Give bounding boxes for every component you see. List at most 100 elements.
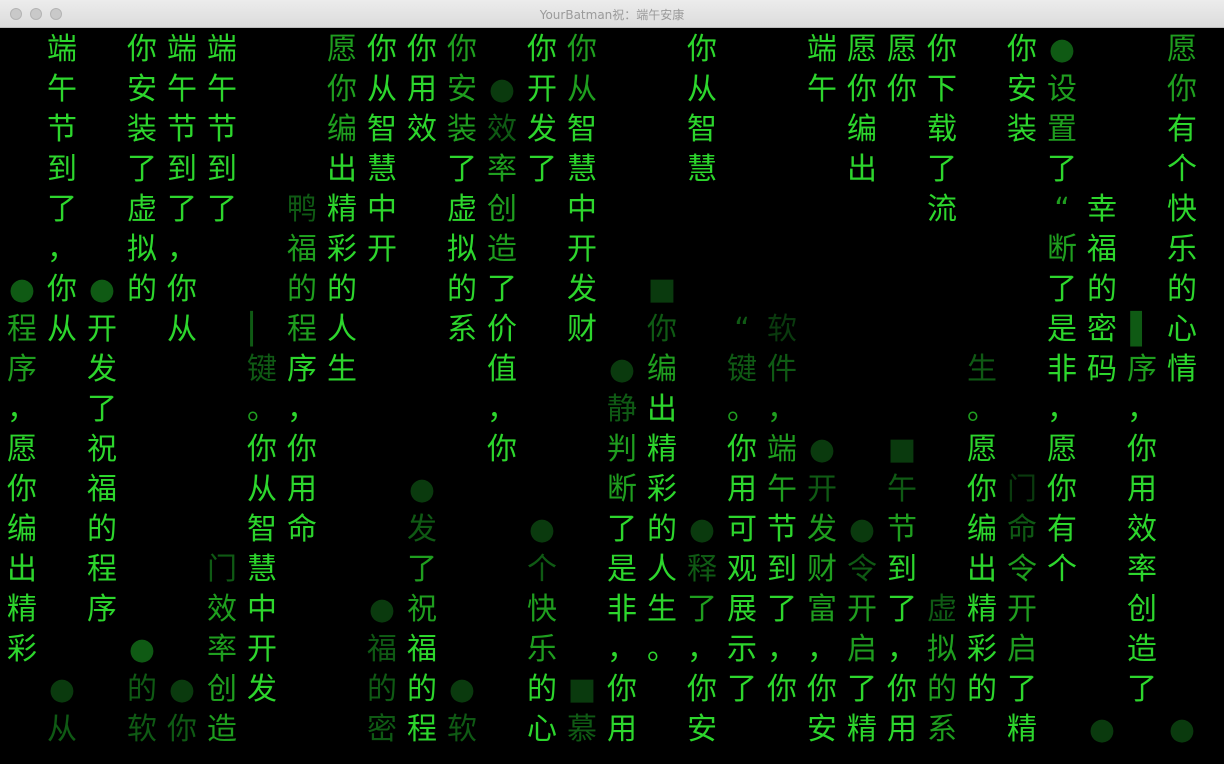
rain-glyph: 了 [127,152,157,187]
rain-glyph: 令 [1007,552,1037,587]
rain-glyph: ● [608,352,636,387]
rain-glyph: 的 [367,672,397,707]
rain-glyph: 了 [447,152,477,187]
rain-glyph: 装 [1007,112,1037,147]
rain-glyph: 智 [687,112,717,147]
rain-column: 你开发了 ● 个快乐的心 [522,28,562,764]
rain-glyph: 你 [487,432,517,467]
rain-glyph: 了 [687,592,717,627]
rain-glyph: 密 [367,712,397,747]
rain-glyph: “ [734,312,750,347]
rain-glyph: 安 [1007,72,1037,107]
rain-glyph: ， [767,632,797,667]
rain-glyph: 彩 [647,472,677,507]
rain-glyph: 静 [607,392,637,427]
rain-glyph: ▌ [1130,312,1154,347]
rain-glyph: 了 [727,672,757,707]
rain-glyph: 了 [1047,152,1077,187]
rain-glyph: 安 [447,72,477,107]
rain-glyph: 你 [447,32,477,67]
rain-glyph: 用 [607,712,637,747]
rain-glyph: 率 [487,152,517,187]
rain-glyph: 彩 [7,632,37,667]
rain-glyph: 到 [47,152,77,187]
rain-glyph: 午 [887,472,917,507]
rain-glyph: 你 [47,272,77,307]
rain-glyph: 虚 [927,592,957,627]
rain-glyph: 启 [1007,632,1037,667]
rain-glyph: 。 [727,392,757,427]
rain-glyph: 节 [767,512,797,547]
rain-glyph: 创 [487,192,517,227]
rain-glyph: 价 [487,312,517,347]
rain-glyph: 装 [127,112,157,147]
rain-glyph: 效 [487,112,517,147]
rain-glyph: 了 [847,672,877,707]
rain-glyph: 发 [247,672,277,707]
rain-glyph: 你 [567,32,597,67]
rain-glyph: 。 [247,392,277,427]
rain-glyph: 发 [807,512,837,547]
rain-glyph: 安 [807,712,837,747]
rain-glyph: 安 [127,72,157,107]
rain-glyph: ● [448,672,476,707]
app-window: YourBatman祝：端午安康 ● 程序，愿你编出精彩端午节到了，你从 ● 从 ● 开发… [0,0,1224,764]
rain-glyph: 示 [727,632,757,667]
rain-glyph: ■ [567,672,597,707]
rain-glyph: 人 [327,312,357,347]
rain-glyph: 福 [367,632,397,667]
rain-glyph: 慧 [567,152,597,187]
rain-glyph: 了 [607,512,637,547]
rain-glyph: “ [1054,192,1070,227]
rain-glyph: 你 [687,32,717,67]
rain-glyph: ， [887,632,917,667]
rain-glyph: 的 [1167,272,1197,307]
rain-glyph: ● [688,512,716,547]
rain-glyph: 你 [767,672,797,707]
rain-glyph: 精 [1007,712,1037,747]
rain-glyph: 出 [327,152,357,187]
rain-glyph: 慕 [567,712,597,747]
rain-glyph: 的 [327,272,357,307]
rain-column: 愿你编出 ● 令开启了精 [842,28,882,764]
rain-glyph: 开 [1007,592,1037,627]
rain-glyph: 开 [87,312,117,347]
rain-column: 你安装了虚拟的系 ● 软 [442,28,482,764]
rain-glyph: 的 [407,672,437,707]
rain-glyph: 慧 [687,152,717,187]
rain-glyph: 了 [927,152,957,187]
rain-glyph: 展 [727,592,757,627]
rain-glyph: 非 [1047,352,1077,387]
rain-glyph: 心 [1167,312,1197,347]
rain-glyph: 幸 [1087,192,1117,227]
rain-glyph: 愿 [327,32,357,67]
rain-glyph: 的 [1087,272,1117,307]
rain-glyph: 编 [647,352,677,387]
rain-glyph: ● [88,272,116,307]
rain-glyph: ， [607,632,637,667]
rain-glyph: 开 [247,632,277,667]
rain-glyph: 你 [607,672,637,707]
rain-glyph: 码 [1087,352,1117,387]
rain-column: “ 键。你用可观展示了 [722,28,762,764]
rain-glyph: 编 [847,112,877,147]
rain-glyph: ● [1168,712,1196,747]
rain-glyph: 乐 [527,632,557,667]
rain-glyph: 出 [647,392,677,427]
rain-glyph: 了 [47,192,77,227]
rain-glyph: 出 [847,152,877,187]
rain-glyph: 了 [767,592,797,627]
rain-glyph: 令 [847,552,877,587]
rain-glyph: 祝 [407,592,437,627]
rain-glyph: 系 [927,712,957,747]
rain-glyph: 的 [127,672,157,707]
rain-glyph: ▏ [250,312,274,347]
title-bar[interactable]: YourBatman祝：端午安康 [0,0,1224,28]
rain-glyph: 编 [967,512,997,547]
rain-glyph: 生 [967,352,997,387]
rain-glyph: 软 [127,712,157,747]
rain-glyph: ， [1047,392,1077,427]
rain-glyph: 的 [647,512,677,547]
rain-glyph: 的 [527,672,557,707]
rain-glyph: 软 [767,312,797,347]
